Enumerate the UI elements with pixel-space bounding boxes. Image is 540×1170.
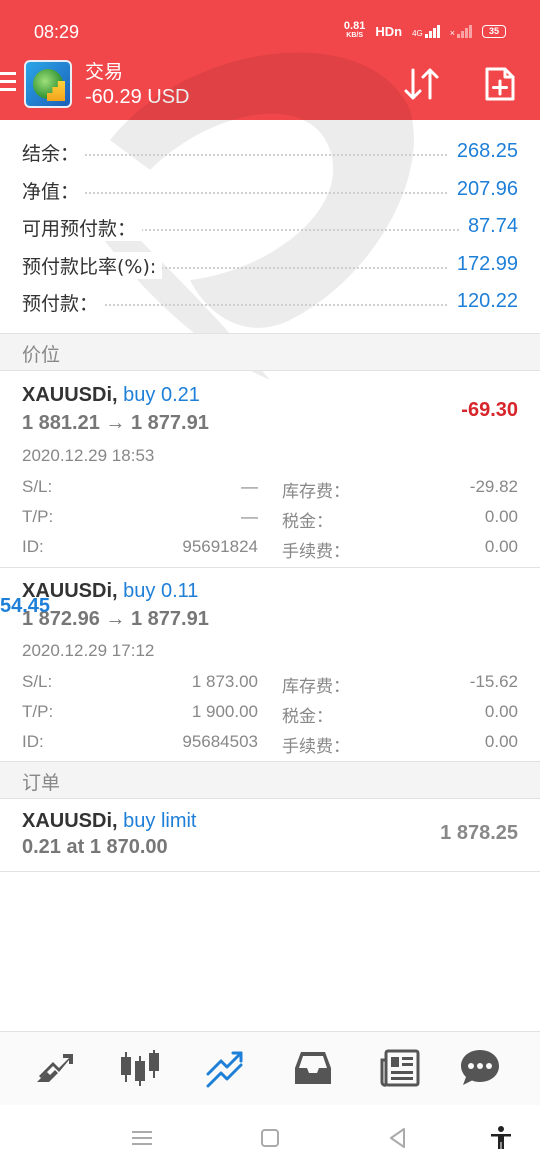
tp-label: T/P: [22, 702, 54, 721]
fee-label: 手续费： [282, 737, 350, 757]
summary-label: 结余： [22, 139, 86, 166]
summary-row-equity: 净值： 207.96 [0, 170, 540, 208]
tax-label: 税金： [282, 707, 333, 727]
summary-value: 172.99 [448, 252, 518, 276]
chat-icon[interactable] [458, 1046, 502, 1090]
battery-icon: 35 [482, 24, 506, 38]
summary-label: 预付款比率(%): [22, 251, 163, 279]
tax-value: 0.00 [484, 702, 518, 721]
net-speed-unit: KB/S [346, 32, 363, 39]
position-symbol: XAUUSDi, buy 0.21 [22, 384, 200, 407]
position-time: 2020.12.29 18:53 [22, 446, 155, 465]
swap-label: 库存费： [282, 482, 350, 502]
sl-value: — [241, 477, 258, 496]
sort-arrows-icon[interactable] [402, 66, 442, 102]
position-profit: -69.30 [461, 399, 518, 421]
section-header-positions: 价位 [0, 333, 540, 371]
symbol-name: XAUUSDi, [22, 810, 118, 832]
position-row[interactable]: XAUUSDi, buy 0.11 1 872.96 → 1 877.91 54… [0, 570, 540, 762]
fee-value: 0.00 [484, 732, 518, 751]
quotes-icon[interactable] [33, 1046, 77, 1090]
tp-label: T/P: [22, 507, 54, 526]
symbol-name: XAUUSDi, [22, 384, 118, 406]
summary-label: 净值： [22, 176, 86, 204]
summary-value: 87.74 [459, 215, 518, 238]
system-nav-bar [0, 1105, 540, 1170]
app-header: 08:29 0.81 KB/S HDn 4G × 35 交易 -60.29 US… [0, 0, 540, 120]
summary-value: 120.22 [448, 290, 518, 313]
divider [0, 871, 540, 872]
summary-label: 可用预付款： [22, 214, 143, 241]
id-label: ID: [22, 732, 44, 751]
app-logo [24, 60, 72, 108]
header-balance: -60.29 USD [85, 86, 190, 108]
position-prices: 1 881.21 → 1 877.91 [22, 412, 209, 434]
trade-type: buy 0.21 [123, 384, 200, 406]
net-speed: 0.81 KB/S [343, 20, 366, 40]
signal-icon: 4G [412, 24, 440, 38]
summary-value: 268.25 [448, 140, 518, 163]
id-value: 95691824 [182, 537, 258, 556]
home-icon[interactable] [257, 1125, 283, 1151]
page-title: 交易 [85, 61, 124, 83]
net-speed-value: 0.81 [343, 20, 366, 32]
sl-label: S/L: [22, 477, 53, 496]
fee-value: 0.00 [484, 537, 518, 556]
order-type: buy limit [123, 810, 197, 832]
sl-label: S/L: [22, 672, 53, 691]
id-value: 95684503 [182, 732, 258, 751]
position-time: 2020.12.29 17:12 [22, 641, 155, 660]
order-detail: 0.21 at 1 870.00 [22, 836, 168, 858]
leader-dots [22, 191, 518, 194]
menu-icon[interactable] [0, 72, 16, 94]
swap-value: -15.62 [469, 672, 518, 691]
hd-indicator: HDn [375, 23, 403, 39]
tax-value: 0.00 [484, 507, 518, 526]
status-bar: 08:29 0.81 KB/S HDn 4G × 35 [0, 0, 540, 55]
section-title: 订单 [22, 772, 61, 794]
section-title: 价位 [22, 344, 61, 366]
status-time: 08:29 [34, 22, 80, 42]
summary-value: 207.96 [448, 177, 518, 201]
tp-value: 1 900.00 [191, 702, 258, 721]
chart-icon[interactable] [118, 1046, 162, 1090]
new-order-icon[interactable] [484, 66, 516, 102]
id-label: ID: [22, 537, 44, 556]
summary-row-balance: 结余： 268.25 [0, 132, 540, 170]
trade-icon[interactable] [203, 1046, 247, 1090]
position-profit: 54.45 [0, 595, 51, 617]
signal-2-icon: × [450, 24, 472, 38]
tp-value: — [241, 507, 258, 526]
accessibility-icon[interactable] [488, 1125, 514, 1151]
leader-dots [22, 154, 518, 156]
news-icon[interactable] [378, 1046, 422, 1090]
back-icon[interactable] [385, 1125, 411, 1151]
net-type: 4G [412, 29, 423, 38]
tax-label: 税金： [282, 512, 333, 532]
account-summary: 结余： 268.25 净值： 207.96 可用预付款： 87.74 预付款比率… [0, 132, 540, 320]
divider [0, 567, 540, 568]
recent-apps-icon[interactable] [129, 1125, 155, 1151]
order-symbol: XAUUSDi, buy limit [22, 810, 197, 833]
section-header-orders: 订单 [0, 761, 540, 799]
swap-label: 库存费： [282, 677, 350, 697]
swap-value: -29.82 [469, 477, 518, 496]
fee-label: 手续费： [282, 542, 350, 562]
summary-row-free-margin: 可用预付款： 87.74 [0, 207, 540, 245]
summary-row-margin-level: 预付款比率(%): 172.99 [0, 245, 540, 283]
sl-value: 1 873.00 [191, 672, 258, 691]
bottom-nav [0, 1031, 540, 1105]
order-price: 1 878.25 [440, 822, 518, 844]
position-row[interactable]: XAUUSDi, buy 0.21 1 881.21 → 1 877.91 -6… [0, 374, 540, 566]
summary-label: 预付款： [22, 289, 105, 316]
history-icon[interactable] [291, 1046, 335, 1090]
status-icons: 0.81 KB/S HDn 4G × 35 [343, 20, 506, 40]
summary-row-margin: 预付款： 120.22 [0, 282, 540, 320]
